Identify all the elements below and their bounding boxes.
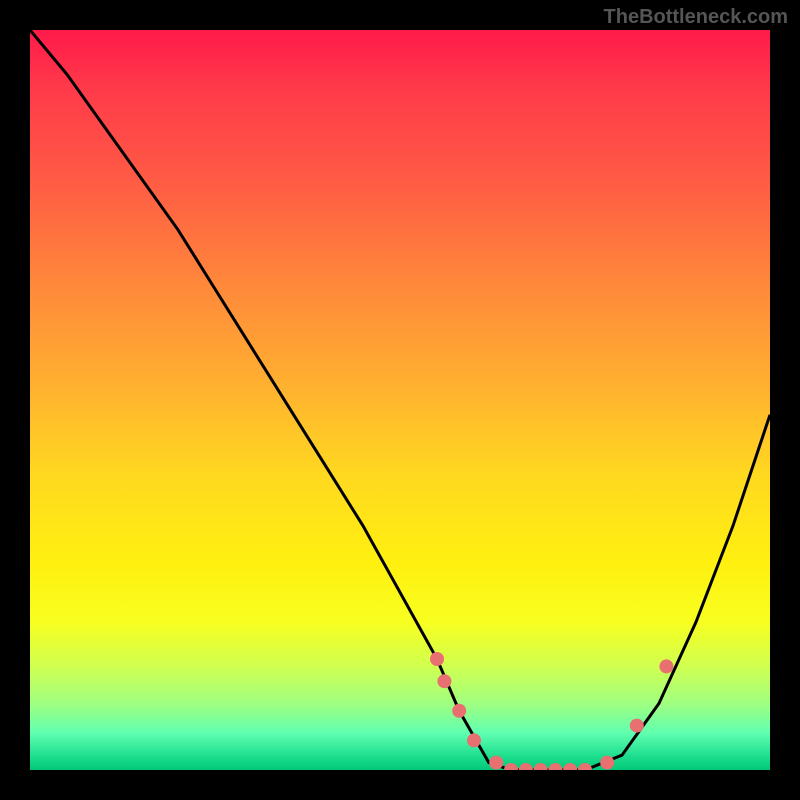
marker-point bbox=[534, 763, 548, 770]
marker-point bbox=[452, 704, 466, 718]
marker-point bbox=[563, 763, 577, 770]
marker-point bbox=[489, 756, 503, 770]
watermark-text: TheBottleneck.com bbox=[604, 6, 788, 29]
marker-point bbox=[548, 763, 562, 770]
bottleneck-curve bbox=[30, 30, 770, 770]
chart-container: TheBottleneck.com bbox=[0, 0, 800, 800]
marker-point bbox=[504, 763, 518, 770]
marker-point bbox=[630, 719, 644, 733]
marker-point bbox=[600, 756, 614, 770]
marker-point bbox=[437, 674, 451, 688]
marker-point bbox=[430, 652, 444, 666]
highlight-markers bbox=[430, 652, 673, 770]
plot-area bbox=[30, 30, 770, 770]
marker-point bbox=[467, 733, 481, 747]
marker-point bbox=[578, 763, 592, 770]
marker-point bbox=[659, 659, 673, 673]
chart-svg bbox=[30, 30, 770, 770]
marker-point bbox=[519, 763, 533, 770]
